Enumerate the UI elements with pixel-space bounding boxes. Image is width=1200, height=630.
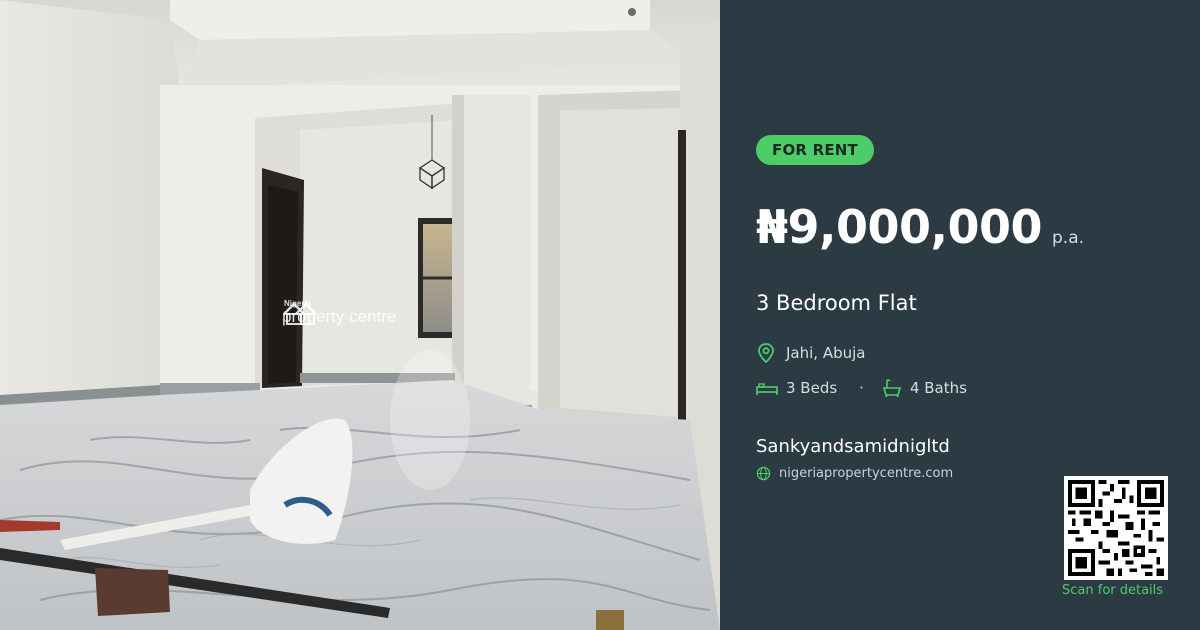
location-text: Jahi, Abuja [786,344,866,362]
price-period: p.a. [1052,228,1085,248]
house-icon [283,302,317,325]
watermark: Nigeria property centre [282,300,396,325]
price-row: ₦9,000,000 p.a. [756,200,1084,254]
listing-info-panel: FOR RENT ₦9,000,000 p.a. 3 Bedroom Flat … [720,0,1200,630]
features-separator: · [859,379,864,397]
location-row: Jahi, Abuja [756,342,865,364]
listing-type-badge: FOR RENT [756,135,874,165]
listing-title: 3 Bedroom Flat [756,291,917,315]
bathtub-icon [882,379,902,398]
map-pin-icon [758,343,774,364]
qr-code[interactable] [1064,476,1168,580]
bed-icon [756,383,778,395]
features-row: 3 Beds · 4 Baths [756,378,967,398]
beds-count: 3 Beds [786,379,838,397]
qr-caption: Scan for details [1062,583,1164,598]
qr-code-graphic [1068,480,1164,576]
globe-icon [756,466,771,481]
listing-photo: Nigeria property centre [0,0,720,630]
website-link[interactable]: nigeriapropertycentre.com [779,466,953,481]
baths-count: 4 Baths [909,379,967,397]
website-row: nigeriapropertycentre.com [756,466,953,481]
price: ₦9,000,000 [756,200,1043,254]
agent-name: Sankyandsamidnigltd [756,436,950,457]
